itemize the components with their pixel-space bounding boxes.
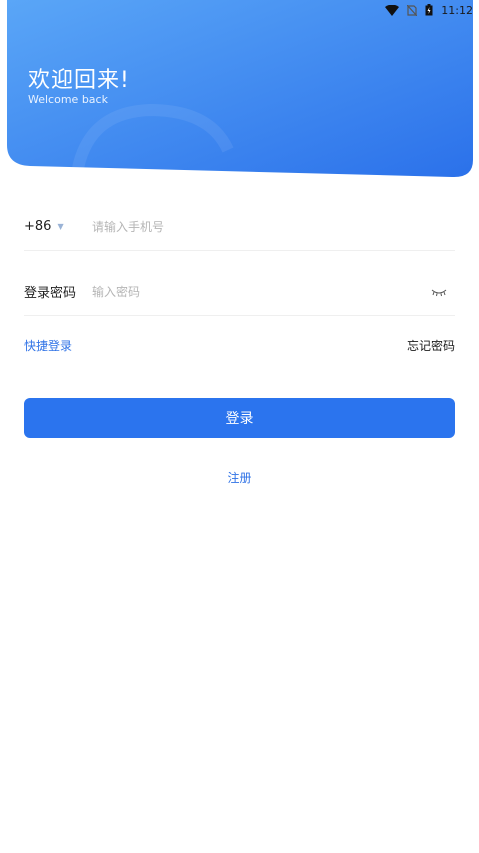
quick-login-link[interactable]: 快捷登录 (24, 337, 72, 354)
login-links: 快捷登录 忘记密码 (24, 337, 455, 354)
forgot-password-link[interactable]: 忘记密码 (407, 337, 455, 354)
chevron-down-icon: ▼ (57, 222, 64, 231)
country-code-value: +86 (24, 219, 52, 234)
phone-input[interactable]: 请输入手机号 (92, 218, 455, 235)
password-label: 登录密码 (24, 286, 77, 301)
eye-closed-icon[interactable] (429, 284, 449, 300)
login-button[interactable]: 登录 (24, 398, 455, 438)
password-input[interactable]: 输入密码 (92, 283, 429, 300)
no-sim-icon (407, 4, 418, 16)
welcome-subtitle: Welcome back (28, 93, 108, 106)
status-time: 11:12 (441, 3, 473, 17)
wifi-icon (385, 4, 400, 16)
register-link[interactable]: 注册 (0, 469, 479, 486)
battery-icon (425, 4, 433, 16)
welcome-title: 欢迎回来! (28, 68, 130, 93)
phone-row: +86 ▼ 请输入手机号 (24, 203, 455, 251)
country-code-select[interactable]: +86 ▼ (24, 219, 92, 234)
welcome-header: 欢迎回来! Welcome back (0, 0, 479, 190)
password-row: 登录密码 输入密码 (24, 268, 455, 316)
status-bar: 11:12 (0, 0, 479, 20)
